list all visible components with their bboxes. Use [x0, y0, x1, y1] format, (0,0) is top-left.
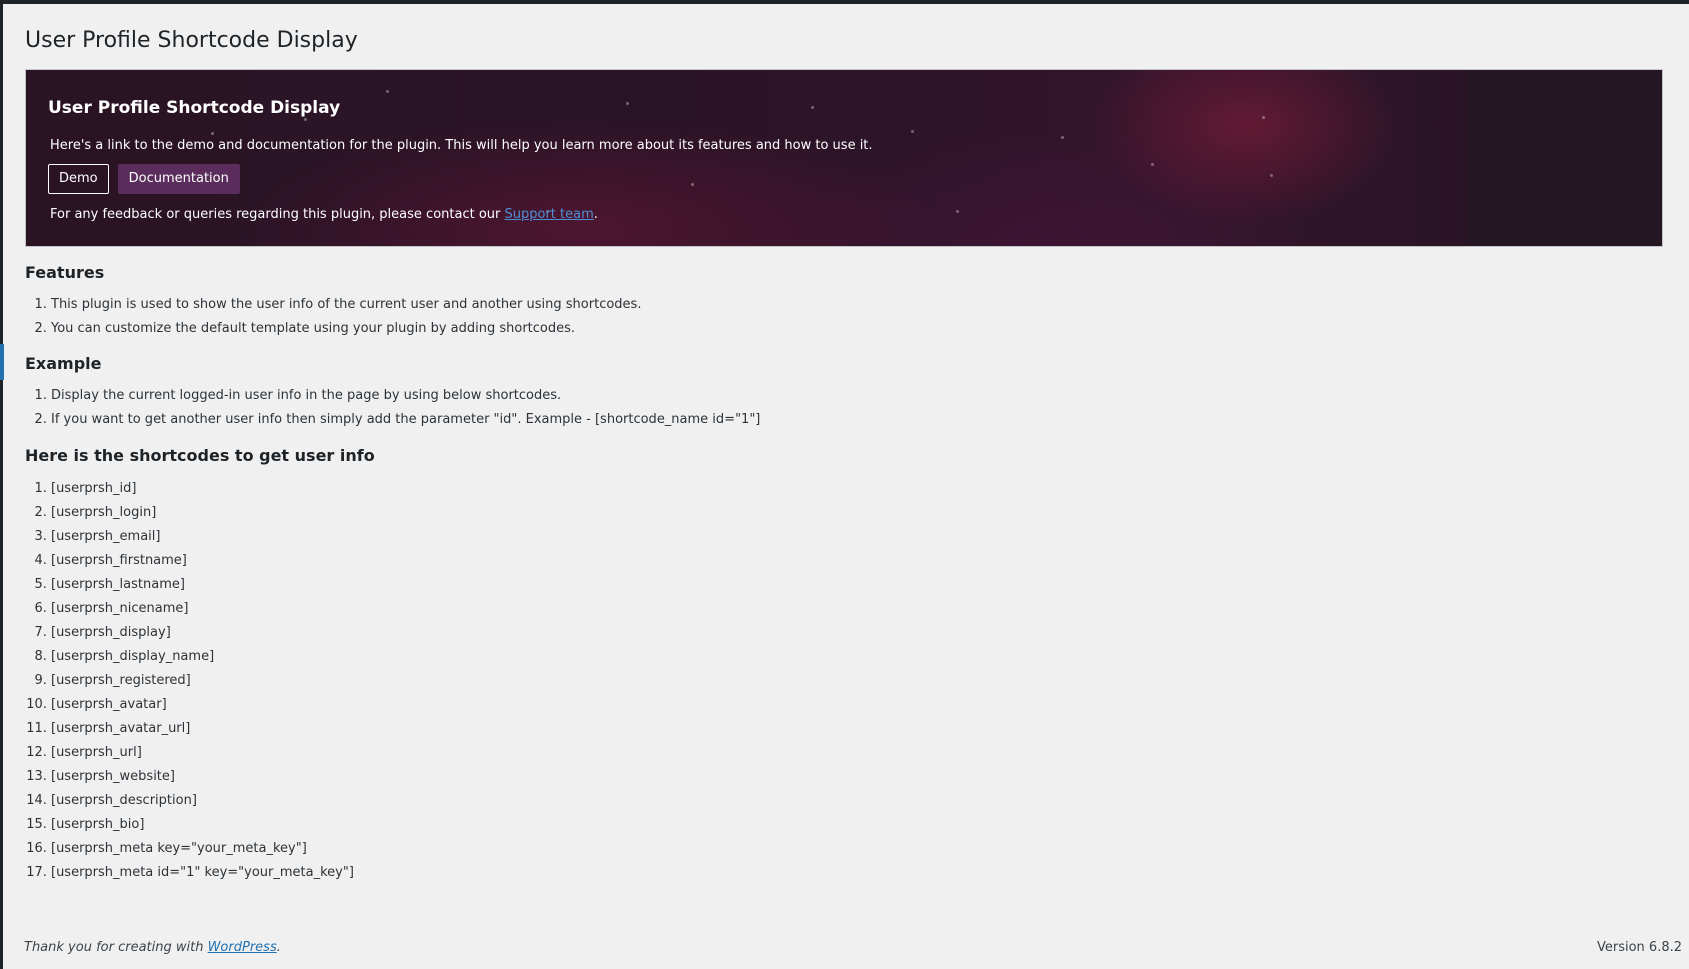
- page-title: User Profile Shortcode Display: [25, 28, 358, 53]
- admin-sidebar-active-indicator: [0, 344, 4, 380]
- admin-sidebar-edge: [0, 0, 3, 969]
- banner-star: [956, 210, 959, 213]
- shortcode-list-item: [userprsh_meta id="1" key="your_meta_key…: [51, 861, 1663, 885]
- banner-button-group: Demo Documentation: [48, 164, 240, 194]
- wordpress-link[interactable]: WordPress: [208, 940, 277, 955]
- example-list-item: Display the current logged-in user info …: [51, 384, 1663, 408]
- shortcodes-heading: Here is the shortcodes to get user info: [25, 446, 375, 465]
- banner-heading: User Profile Shortcode Display: [48, 98, 341, 118]
- footer-thanks: Thank you for creating with WordPress.: [24, 938, 281, 958]
- banner-star: [691, 183, 694, 186]
- banner-star: [211, 132, 214, 135]
- contact-suffix: .: [593, 207, 598, 222]
- documentation-button[interactable]: Documentation: [117, 164, 240, 194]
- shortcode-list-item: [userprsh_registered]: [51, 669, 1663, 693]
- shortcodes-list: [userprsh_id][userprsh_login][userprsh_e…: [25, 477, 1663, 885]
- banner-intro-text: Here's a link to the demo and documentat…: [50, 138, 873, 153]
- banner-star: [1262, 116, 1265, 119]
- shortcode-list-item: [userprsh_description]: [51, 789, 1663, 813]
- features-heading: Features: [25, 263, 105, 282]
- banner-star: [1151, 163, 1154, 166]
- shortcode-list-item: [userprsh_website]: [51, 765, 1663, 789]
- shortcode-list-item: [userprsh_display_name]: [51, 645, 1663, 669]
- features-list: This plugin is used to show the user inf…: [25, 293, 1663, 341]
- footer-thanks-prefix: Thank you for creating with: [24, 940, 208, 955]
- shortcode-list-item: [userprsh_firstname]: [51, 549, 1663, 573]
- shortcode-list-item: [userprsh_url]: [51, 741, 1663, 765]
- banner-star: [626, 102, 629, 105]
- banner-star: [386, 90, 389, 93]
- contact-prefix: For any feedback or queries regarding th…: [50, 207, 505, 222]
- admin-footer: Thank you for creating with WordPress. V…: [24, 938, 1682, 958]
- shortcode-list-item: [userprsh_avatar_url]: [51, 717, 1663, 741]
- example-list: Display the current logged-in user info …: [25, 384, 1663, 432]
- banner-star: [911, 130, 914, 133]
- shortcode-list-item: [userprsh_meta key="your_meta_key"]: [51, 837, 1663, 861]
- plugin-banner: User Profile Shortcode Display Here's a …: [25, 69, 1663, 247]
- main-content: User Profile Shortcode Display User Prof…: [25, 4, 1663, 885]
- shortcode-list-item: [userprsh_bio]: [51, 813, 1663, 837]
- shortcode-list-item: [userprsh_email]: [51, 525, 1663, 549]
- shortcode-list-item: [userprsh_lastname]: [51, 573, 1663, 597]
- banner-contact-text: For any feedback or queries regarding th…: [50, 205, 598, 225]
- footer-version: Version 6.8.2: [1596, 940, 1682, 955]
- banner-right-shade: [1466, 70, 1662, 246]
- shortcode-list-item: [userprsh_nicename]: [51, 597, 1663, 621]
- features-list-item: This plugin is used to show the user inf…: [51, 293, 1663, 317]
- banner-star: [811, 106, 814, 109]
- shortcode-list-item: [userprsh_display]: [51, 621, 1663, 645]
- shortcode-list-item: [userprsh_avatar]: [51, 693, 1663, 717]
- demo-button[interactable]: Demo: [48, 164, 109, 194]
- example-heading: Example: [25, 354, 102, 373]
- footer-thanks-suffix: .: [276, 940, 281, 955]
- example-list-item: If you want to get another user info the…: [51, 408, 1663, 432]
- banner-star: [1270, 174, 1273, 177]
- shortcode-list-item: [userprsh_id]: [51, 477, 1663, 501]
- support-team-link[interactable]: Support team: [505, 207, 594, 222]
- shortcode-list-item: [userprsh_login]: [51, 501, 1663, 525]
- banner-star: [1061, 136, 1064, 139]
- features-list-item: You can customize the default template u…: [51, 317, 1663, 341]
